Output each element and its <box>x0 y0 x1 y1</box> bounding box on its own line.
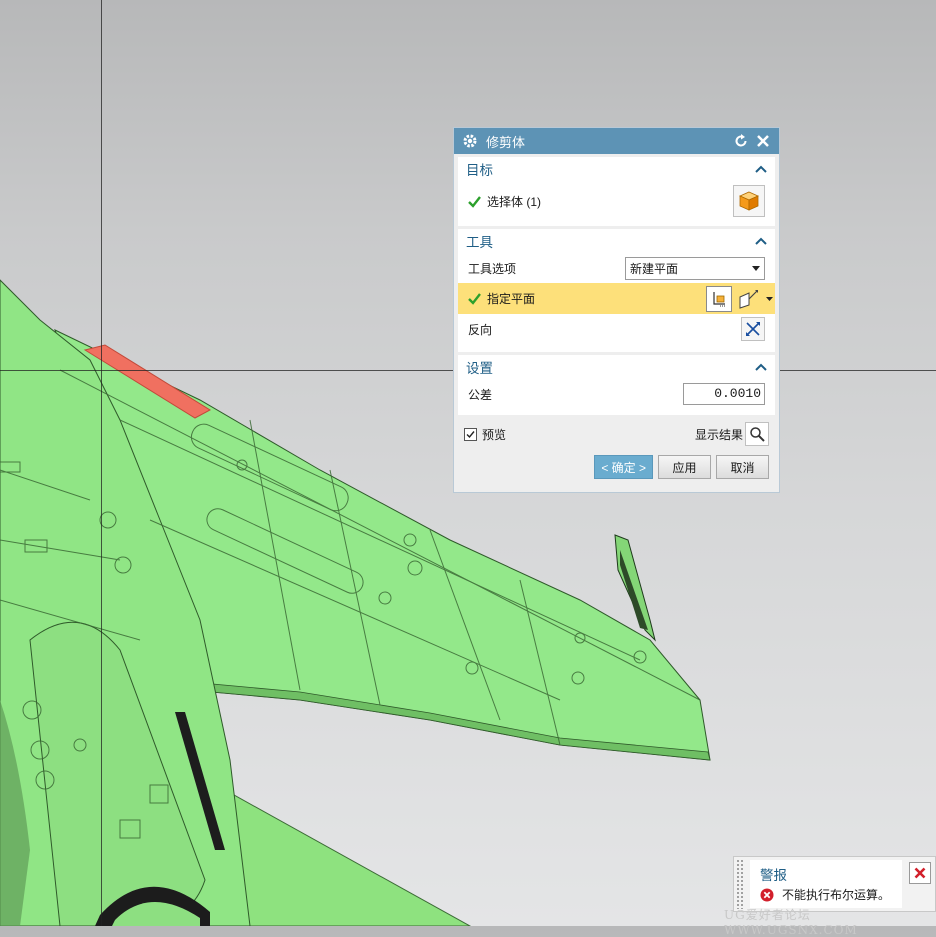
select-body-row[interactable]: 选择体 (1) <box>458 181 775 221</box>
dropdown-arrow-icon <box>752 265 760 271</box>
dropdown-arrow-icon <box>765 296 773 301</box>
check-icon <box>468 195 481 208</box>
reset-icon[interactable] <box>733 133 749 149</box>
checkmark-icon <box>466 430 475 438</box>
reverse-label: 反向 <box>468 322 493 337</box>
tool-option-value: 新建平面 <box>630 261 679 276</box>
alert-close-button[interactable] <box>909 862 931 884</box>
show-result-button[interactable] <box>745 422 769 446</box>
trim-body-dialog: 修剪体 目标 选择体 (1) 工具 工具选项 新建平面 指定平面 反向 设置 公… <box>453 127 780 493</box>
dialog-button-bar: < 确定 > 应用 取消 <box>454 449 779 479</box>
apply-button[interactable]: 应用 <box>658 455 711 479</box>
tool-group-header[interactable]: 工具 <box>458 229 775 253</box>
preview-row: 预览 显示结果 <box>454 419 779 449</box>
alert-content: 警报 不能执行布尔运算。 <box>750 860 902 908</box>
magnifier-icon <box>750 427 765 442</box>
solid-body-icon <box>739 191 759 211</box>
chevron-up-icon[interactable] <box>755 363 767 371</box>
chevron-up-icon[interactable] <box>755 165 767 173</box>
alert-message-row: 不能执行布尔运算。 <box>760 886 890 903</box>
select-body-button[interactable] <box>733 185 765 217</box>
wcs-axis-vertical <box>101 0 102 926</box>
reverse-direction-button[interactable] <box>741 317 765 341</box>
close-icon[interactable] <box>755 133 771 149</box>
tool-option-select[interactable]: 新建平面 <box>625 256 765 280</box>
tool-option-label: 工具选项 <box>468 261 517 276</box>
inferred-plane-button[interactable] <box>734 286 762 312</box>
target-group-label: 目标 <box>466 163 493 178</box>
tool-group: 工具 工具选项 新建平面 指定平面 反向 <box>458 229 775 352</box>
reverse-direction-icon <box>746 322 760 336</box>
close-icon <box>914 867 926 879</box>
target-group-header[interactable]: 目标 <box>458 157 775 181</box>
watermark: UG爱好者论坛 WWW.UGSNX.COM <box>724 908 858 937</box>
plane-dialog-button[interactable] <box>706 285 732 312</box>
settings-group: 设置 公差 0.0010 <box>458 355 775 415</box>
reverse-row: 反向 <box>458 314 775 344</box>
settings-group-label: 设置 <box>466 361 493 376</box>
tolerance-row: 公差 0.0010 <box>458 379 775 409</box>
preview-checkbox[interactable] <box>464 427 477 441</box>
plane-dialog-icon <box>713 291 725 306</box>
alert-message: 不能执行布尔运算。 <box>782 888 891 902</box>
tolerance-input[interactable]: 0.0010 <box>683 383 765 405</box>
alert-title: 警报 <box>760 868 787 883</box>
select-body-label: 选择体 (1) <box>487 194 542 209</box>
specify-plane-label: 指定平面 <box>487 292 536 306</box>
alert-panel: 警报 不能执行布尔运算。 <box>733 856 936 912</box>
chevron-up-icon[interactable] <box>755 237 767 245</box>
specify-plane-row[interactable]: 指定平面 <box>458 283 775 314</box>
plane-dropdown-button[interactable] <box>763 286 775 312</box>
gear-icon <box>462 133 478 149</box>
error-icon <box>760 888 774 901</box>
show-result-label: 显示结果 <box>694 427 743 442</box>
drag-grip[interactable] <box>736 859 744 909</box>
settings-group-header[interactable]: 设置 <box>458 355 775 379</box>
plane-icon <box>739 289 758 309</box>
dialog-title-bar[interactable]: 修剪体 <box>454 128 779 154</box>
check-icon <box>468 293 481 305</box>
ok-button[interactable]: < 确定 > <box>594 455 653 479</box>
tolerance-label: 公差 <box>468 387 493 402</box>
tool-group-label: 工具 <box>466 235 493 250</box>
preview-label: 预览 <box>482 427 507 442</box>
cancel-button[interactable]: 取消 <box>716 455 769 479</box>
target-group: 目标 选择体 (1) <box>458 157 775 226</box>
dialog-title: 修剪体 <box>486 134 526 150</box>
tool-option-row: 工具选项 新建平面 <box>458 253 775 283</box>
